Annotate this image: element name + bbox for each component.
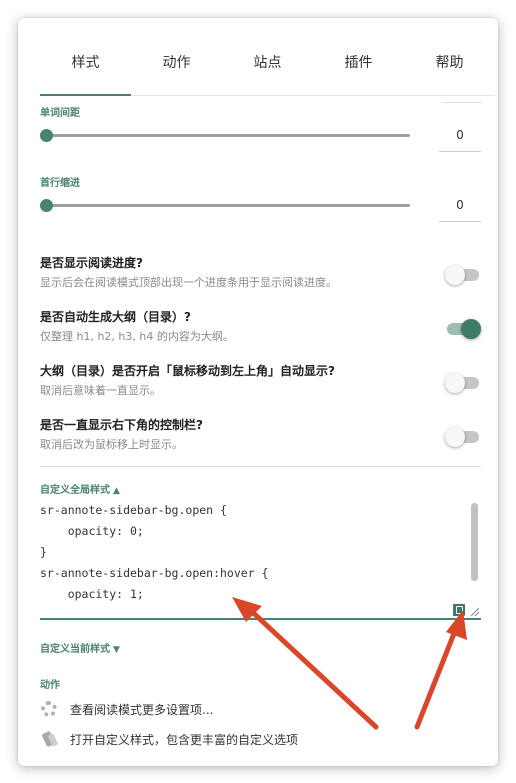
first-line-indent-track[interactable] (45, 204, 410, 207)
toggle-control-bar: 是否一直显示右下角的控制栏? 取消后改为鼠标移上时显示。 (40, 416, 481, 454)
save-icon[interactable] (453, 604, 465, 616)
code-line: opacity: 1; (40, 587, 144, 601)
word-spacing-thumb[interactable] (40, 129, 53, 142)
toggle-auto-outline: 是否自动生成大纲（目录）? 仅整理 h1, h2, h3, h4 的内容为大纲。 (40, 308, 481, 346)
toggle-description: 取消后改为鼠标移上时显示。 (40, 438, 183, 451)
first-line-indent-thumb[interactable] (40, 199, 53, 212)
toggle-outline-hover: 大纲（目录）是否开启「鼠标移动到左上角」自动显示? 取消后意味着一直显示。 (40, 362, 481, 400)
outline-hover-switch[interactable] (445, 372, 481, 394)
tab-style[interactable]: 样式 (40, 48, 131, 96)
first-line-indent-input[interactable]: 0 (439, 192, 481, 222)
more-settings-action[interactable]: 查看阅读模式更多设置项... (40, 698, 213, 720)
tab-help[interactable]: 帮助 (404, 48, 495, 95)
expand-arrow-icon: ▼ (113, 645, 120, 655)
gear-icon (40, 700, 58, 718)
toggle-title: 是否自动生成大纲（目录）? (40, 310, 191, 324)
open-custom-style-action[interactable]: 打开自定义样式，包含更丰富的自定义选项 (40, 728, 298, 750)
tab-plugins[interactable]: 插件 (313, 48, 404, 95)
divider (442, 102, 482, 103)
action-label: 查看阅读模式更多设置项... (70, 702, 214, 717)
word-spacing-track[interactable] (45, 134, 410, 137)
word-spacing-label: 单词间距 (40, 108, 80, 119)
settings-panel: 样式 动作 站点 插件 帮助 单词间距 0 首行缩进 0 是否显示阅读进度? 显… (18, 18, 498, 766)
reading-progress-switch[interactable] (445, 264, 481, 286)
toggle-description: 取消后意味着一直显示。 (40, 384, 161, 397)
custom-current-style-heading[interactable]: 自定义当前样式 ▼ (40, 640, 120, 655)
custom-global-style-label: 自定义全局样式 (40, 485, 110, 496)
first-line-indent-label: 首行缩进 (40, 178, 80, 189)
code-line: opacity: 0; (40, 524, 144, 538)
editor-scrollbar[interactable] (471, 503, 478, 581)
code-line: } (40, 545, 47, 559)
brush-icon (40, 730, 58, 748)
toggle-title: 大纲（目录）是否开启「鼠标移动到左上角」自动显示? (40, 364, 335, 378)
tab-sites[interactable]: 站点 (222, 48, 313, 95)
tab-bar: 样式 动作 站点 插件 帮助 (40, 48, 495, 96)
word-spacing-input[interactable]: 0 (439, 122, 481, 152)
code-line: sr-annote-sidebar-bg.open { (40, 503, 227, 517)
toggle-title: 是否一直显示右下角的控制栏? (40, 418, 203, 432)
resize-handle-icon[interactable] (471, 608, 479, 616)
code-line: sr-annote-sidebar-bg.open:hover { (40, 566, 269, 580)
custom-global-style-heading[interactable]: 自定义全局样式 ▲ (40, 481, 120, 496)
divider (40, 466, 481, 467)
first-line-indent-setting: 首行缩进 0 (40, 174, 481, 224)
control-bar-switch[interactable] (445, 426, 481, 448)
toggle-description: 仅整理 h1, h2, h3, h4 的内容为大纲。 (40, 330, 234, 343)
action-label: 打开自定义样式，包含更丰富的自定义选项 (70, 732, 299, 747)
custom-css-editor[interactable]: sr-annote-sidebar-bg.open { opacity: 0; … (40, 500, 481, 620)
toggle-title: 是否显示阅读进度? (40, 256, 143, 270)
actions-heading: 动作 (40, 680, 60, 691)
collapse-arrow-icon: ▲ (113, 486, 120, 496)
custom-current-style-label: 自定义当前样式 (40, 644, 110, 655)
word-spacing-setting: 单词间距 0 (40, 104, 481, 154)
tab-actions[interactable]: 动作 (131, 48, 222, 95)
auto-outline-switch[interactable] (445, 318, 481, 340)
toggle-description: 显示后会在阅读模式顶部出现一个进度条用于显示阅读进度。 (40, 276, 337, 289)
toggle-reading-progress: 是否显示阅读进度? 显示后会在阅读模式顶部出现一个进度条用于显示阅读进度。 (40, 254, 481, 292)
